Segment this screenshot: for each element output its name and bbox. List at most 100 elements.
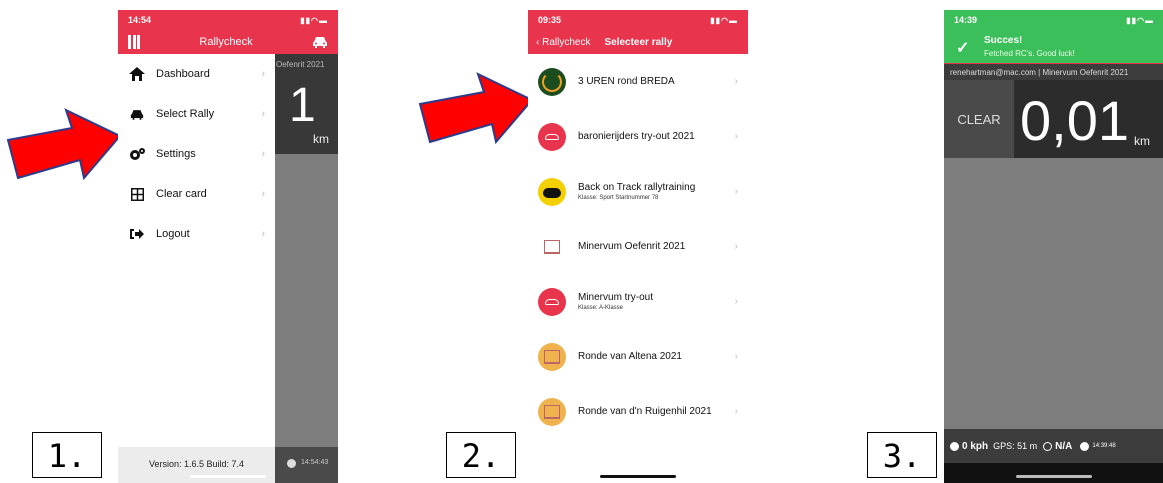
rally-name: 3 UREN rond BREDA [578, 76, 675, 87]
chevron-right-icon: › [734, 406, 738, 417]
rally-class: Klasse: Sport Startnummer 78 [578, 195, 659, 201]
chevron-right-icon: › [261, 228, 265, 240]
gps-accuracy: GPS: 51 m [993, 441, 1038, 451]
rally-row[interactable]: Ronde van Altena 2021 › [528, 329, 748, 384]
side-menu: Dashboard › Select Rally › Settings › Cl… [118, 54, 275, 483]
rally-row[interactable]: Minervum try-out Klasse: A-Klasse › [528, 274, 748, 329]
menu-icon[interactable] [128, 35, 140, 49]
rally-logo-icon [538, 67, 566, 96]
dashboard-background: Oefenrit 2021 1 km 14:54:43 [275, 54, 338, 483]
chevron-right-icon: › [734, 131, 738, 142]
menu-item-label: Dashboard [156, 68, 210, 80]
chevron-right-icon: › [734, 186, 738, 197]
home-indicator[interactable] [600, 475, 676, 478]
home-indicator[interactable] [190, 475, 266, 478]
menu-item-clear-card[interactable]: Clear card › [118, 174, 275, 214]
logout-icon [128, 228, 146, 240]
clear-button[interactable]: CLEAR [944, 80, 1014, 158]
distance-counter: 0,01 [1020, 89, 1129, 152]
speedometer-icon [950, 441, 959, 451]
success-toast[interactable]: 14:39 ▮▮◠▬ ✓ Succes! Fetched RC's. Good … [944, 10, 1163, 63]
chevron-right-icon: › [734, 76, 738, 87]
distance-digit: 1 [289, 79, 316, 132]
toast-message: Fetched RC's. Good luck! [984, 49, 1075, 58]
signal-battery-icon: ▮▮◠▬ [1126, 15, 1154, 25]
rally-row[interactable]: 3 UREN rond BREDA › [528, 54, 748, 109]
chevron-right-icon: › [261, 108, 265, 120]
app-title: Rallycheck [199, 36, 253, 48]
gears-icon [128, 147, 146, 161]
rally-name: Back on Track rallytraining [578, 182, 696, 193]
checkmark-icon: ✓ [956, 40, 970, 57]
rally-logo-icon [538, 177, 566, 206]
grid-icon [128, 187, 146, 201]
rally-row[interactable]: Back on Track rallytraining Klasse: Sport… [528, 164, 748, 219]
rally-name: Minervum Oefenrit 2021 [578, 241, 686, 252]
chevron-right-icon: › [734, 296, 738, 307]
status-time: 09:35 [538, 15, 562, 25]
status-bar: 14:54 ▮▮◠▬ [118, 10, 338, 30]
rally-row[interactable]: baronierijders try-out 2021 › [528, 109, 748, 164]
chevron-right-icon: › [261, 148, 265, 160]
signal-battery-icon: ▮▮◠▬ [300, 15, 328, 25]
phone-screen-menu: 14:54 ▮▮◠▬ Rallycheck Oefenrit 2021 1 km… [118, 10, 338, 483]
menu-item-label: Settings [156, 148, 196, 160]
menu-item-label: Select Rally [156, 108, 215, 120]
status-time: 14:54 [128, 15, 152, 25]
rally-list: 3 UREN rond BREDA › baronierijders try-o… [528, 54, 748, 483]
rally-logo-icon [538, 287, 566, 316]
menu-item-label: Logout [156, 228, 190, 240]
home-indicator[interactable] [1016, 475, 1092, 478]
app-header: Rallycheck [118, 30, 338, 54]
rally-logo-icon [538, 397, 566, 426]
dashboard-area [944, 158, 1163, 429]
clock-icon [287, 459, 296, 468]
arrow-pointer-1 [6, 108, 122, 181]
menu-item-dashboard[interactable]: Dashboard › [118, 54, 275, 94]
menu-item-label: Clear card [156, 188, 207, 200]
back-label: Rallycheck [542, 36, 591, 48]
account-rally-info: renehartman@mac.com | Minervum Oefenrit … [944, 63, 1163, 80]
rally-row[interactable]: Ronde van d'n Ruigenhil 2021 › [528, 384, 748, 439]
rally-row[interactable]: Minervum Oefenrit 2021 › [528, 219, 748, 274]
step-label-3: 3. [867, 432, 937, 478]
tutorial-canvas: 14:54 ▮▮◠▬ Rallycheck Oefenrit 2021 1 km… [0, 0, 1163, 483]
chevron-right-icon: › [734, 241, 738, 252]
rally-name: Ronde van Altena 2021 [578, 351, 682, 362]
phone-screen-dashboard: 14:39 ▮▮◠▬ ✓ Succes! Fetched RC's. Good … [944, 10, 1163, 483]
status-time: 14:39 [954, 15, 978, 25]
menu-item-settings[interactable]: Settings › [118, 134, 275, 174]
chevron-right-icon: › [261, 68, 265, 80]
power-icon [1043, 441, 1053, 451]
phone-screen-rally-list: 09:35 ▮▮◠▬ ‹ Rallycheck Selecteer rally … [528, 10, 748, 483]
rally-name: Ronde van d'n Ruigenhil 2021 [578, 406, 712, 417]
status-footer: 0 kph GPS: 51 m N/A 14:39:48 [944, 429, 1163, 463]
rally-class: Klasse: A-Klasse [578, 305, 624, 311]
clock-text: 14:54:43 [301, 459, 329, 466]
back-button[interactable]: ‹ Rallycheck [536, 37, 590, 48]
rally-logo-icon [538, 122, 566, 151]
menu-item-select-rally[interactable]: Select Rally › [118, 94, 275, 134]
distance-panel: CLEAR 0,01 km [944, 80, 1163, 158]
nav-bar: ‹ Rallycheck Selecteer rally [528, 30, 748, 54]
step-label-1: 1. [32, 432, 102, 478]
speed-value: 0 kph [962, 440, 989, 452]
home-icon [128, 67, 146, 81]
rally-name: Minervum try-out [578, 292, 654, 303]
step-label-2: 2. [446, 432, 516, 478]
page-title: Selecteer rally [604, 36, 673, 48]
car-icon [128, 109, 146, 120]
arrow-pointer-2 [418, 72, 534, 145]
clock-icon [1080, 441, 1090, 451]
car-icon[interactable] [312, 36, 328, 48]
rally-logo-icon [538, 342, 566, 371]
menu-item-logout[interactable]: Logout › [118, 214, 275, 254]
rally-logo-icon [538, 232, 566, 261]
status-bar: 09:35 ▮▮◠▬ [528, 10, 748, 30]
chevron-right-icon: › [734, 351, 738, 362]
distance-unit: km [1134, 134, 1150, 148]
toast-title: Succes! [984, 35, 1023, 46]
distance-unit: km [313, 132, 329, 146]
status-bar: 14:39 ▮▮◠▬ [944, 10, 1163, 30]
status-value: N/A [1055, 440, 1073, 452]
